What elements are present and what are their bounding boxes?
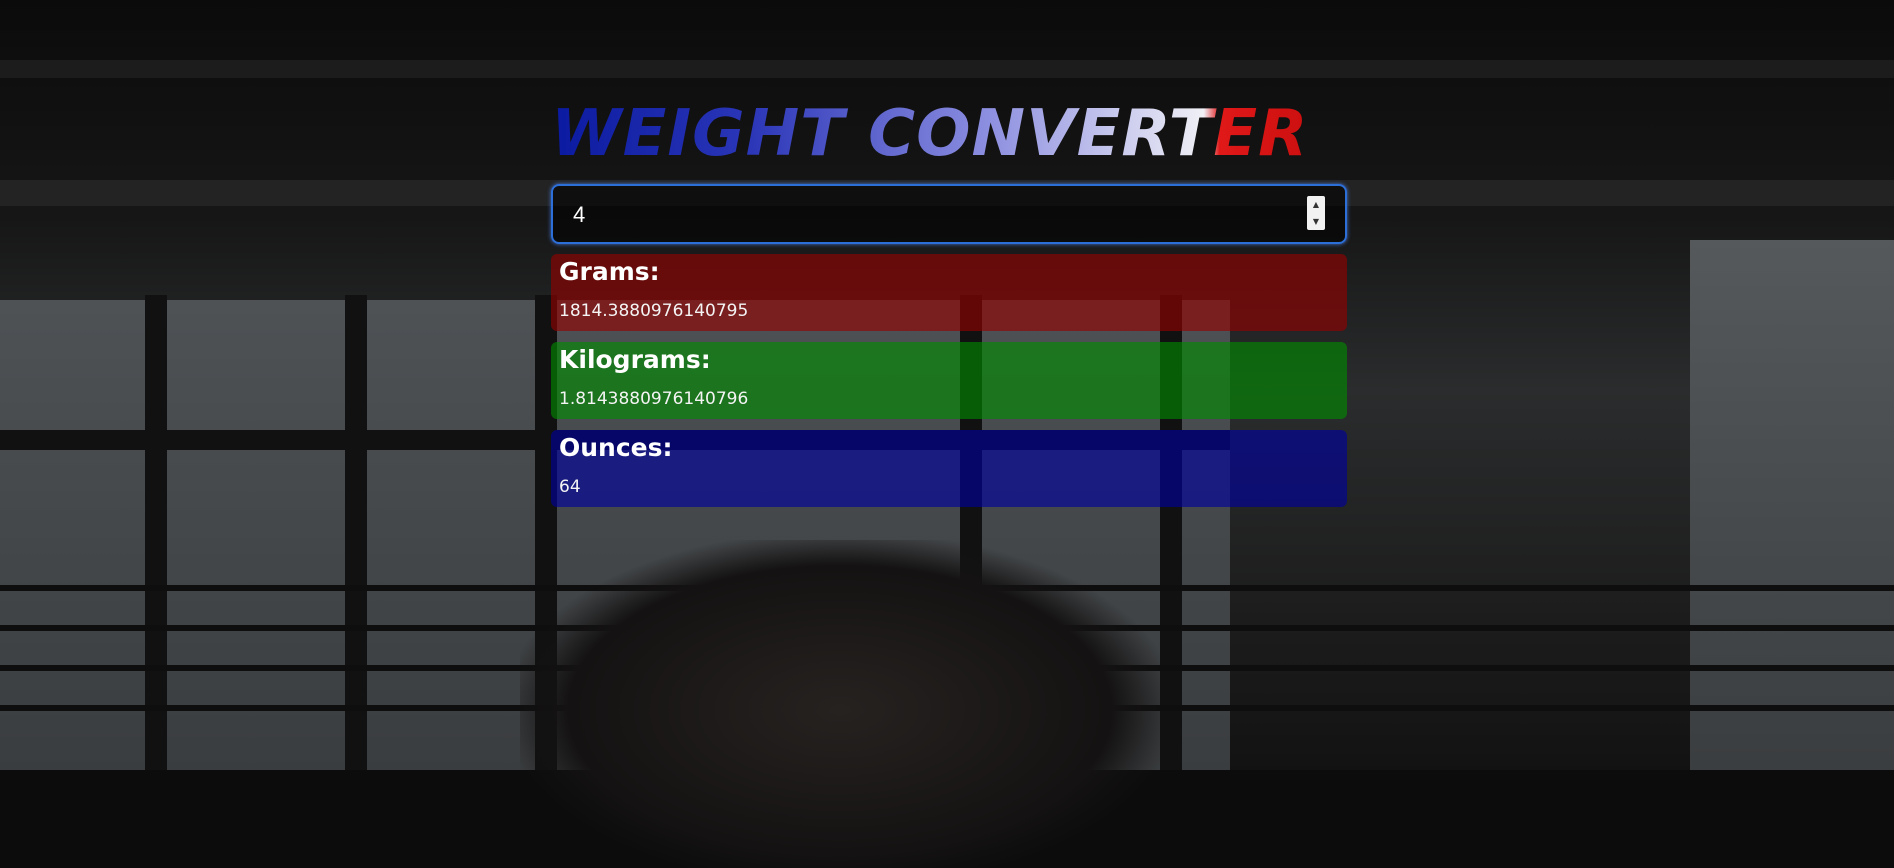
background-window — [1690, 240, 1894, 780]
page-background: WEIGHT CONVERTER ▲ ▼ Grams: 1814.3880976… — [0, 0, 1894, 868]
weight-input-container: ▲ ▼ — [551, 184, 1347, 244]
kilograms-result-card: Kilograms: 1.8143880976140796 — [551, 342, 1347, 419]
weight-converter-app: WEIGHT CONVERTER ▲ ▼ Grams: 1814.3880976… — [551, 92, 1347, 507]
grams-label: Grams: — [559, 257, 660, 286]
stepper-down-icon[interactable]: ▼ — [1307, 213, 1325, 230]
ounces-result-card: Ounces: 64 — [551, 430, 1347, 507]
app-title: WEIGHT CONVERTER — [551, 92, 1347, 176]
grams-value: 1814.3880976140795 — [559, 301, 749, 321]
number-stepper[interactable]: ▲ ▼ — [1307, 196, 1325, 230]
ounces-label: Ounces: — [559, 433, 673, 462]
background-window-frame — [145, 295, 167, 775]
kilograms-value: 1.8143880976140796 — [559, 389, 749, 409]
weight-input[interactable] — [571, 186, 1275, 244]
grams-result-card: Grams: 1814.3880976140795 — [551, 254, 1347, 331]
stepper-up-icon[interactable]: ▲ — [1307, 196, 1325, 213]
background-window-frame — [345, 295, 367, 775]
background-ceiling-beam — [0, 60, 1894, 78]
ounces-value: 64 — [559, 477, 581, 497]
background-athlete-figure — [520, 540, 1160, 868]
kilograms-label: Kilograms: — [559, 345, 711, 374]
